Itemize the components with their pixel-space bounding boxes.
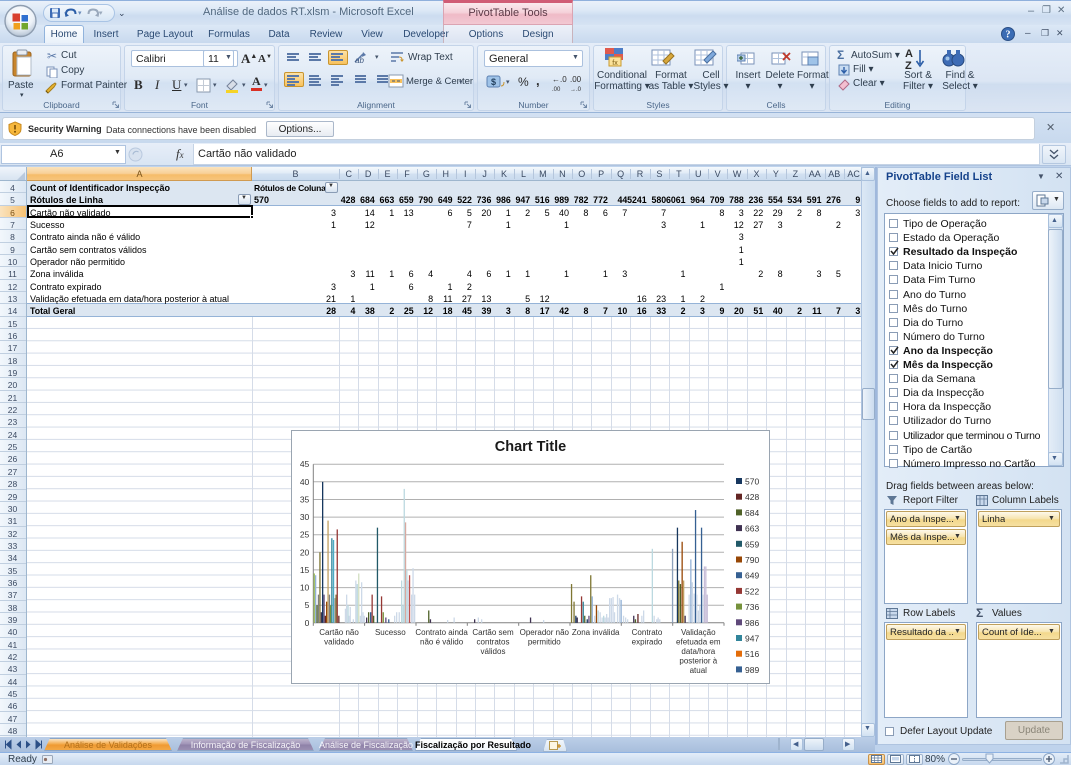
svg-text:986: 986 xyxy=(745,618,759,628)
svg-text:428: 428 xyxy=(745,492,759,502)
svg-text:Chart Title: Chart Title xyxy=(495,439,566,455)
svg-text:Contrato ainda: Contrato ainda xyxy=(415,628,468,637)
svg-text:570: 570 xyxy=(745,477,759,487)
svg-text:659: 659 xyxy=(745,539,759,549)
svg-text:Zona inválida: Zona inválida xyxy=(572,628,620,637)
svg-text:posterior à: posterior à xyxy=(679,656,717,665)
svg-text:A: A xyxy=(905,48,913,60)
svg-text:35: 35 xyxy=(300,495,310,505)
svg-text:5: 5 xyxy=(305,600,310,610)
svg-text:736: 736 xyxy=(745,602,759,612)
svg-text:permitido: permitido xyxy=(528,637,561,646)
svg-text:$: $ xyxy=(491,77,496,87)
svg-text:atual: atual xyxy=(690,666,708,675)
svg-text:15: 15 xyxy=(300,565,310,575)
svg-text:30: 30 xyxy=(300,512,310,522)
svg-text:25: 25 xyxy=(300,530,310,540)
svg-text:?: ? xyxy=(1006,30,1011,41)
svg-text:ab: ab xyxy=(355,56,364,65)
svg-text:Validação: Validação xyxy=(681,628,716,637)
svg-text:790: 790 xyxy=(745,555,759,565)
svg-text:Operador não: Operador não xyxy=(520,628,570,637)
svg-text:Sucesso: Sucesso xyxy=(375,628,406,637)
svg-text:10: 10 xyxy=(300,583,310,593)
svg-text:947: 947 xyxy=(745,634,759,644)
svg-text:contratos: contratos xyxy=(477,637,510,646)
svg-text:Z: Z xyxy=(905,60,912,70)
svg-text:válidos: válidos xyxy=(481,647,506,656)
svg-text:40: 40 xyxy=(300,477,310,487)
svg-text:45: 45 xyxy=(300,459,310,469)
svg-text:Cartão sem: Cartão sem xyxy=(472,628,514,637)
svg-text:0: 0 xyxy=(305,618,310,628)
svg-text:20: 20 xyxy=(300,547,310,557)
svg-text:expirado: expirado xyxy=(632,637,663,646)
svg-text:efetuada em: efetuada em xyxy=(676,637,721,646)
svg-text:Cartão não: Cartão não xyxy=(319,628,359,637)
svg-text:989: 989 xyxy=(745,665,759,675)
svg-text:684: 684 xyxy=(745,508,759,518)
svg-text:663: 663 xyxy=(745,524,759,534)
svg-text:522: 522 xyxy=(745,586,759,596)
svg-text:Contrato: Contrato xyxy=(632,628,663,637)
svg-text:validado: validado xyxy=(324,637,354,646)
svg-text:data/hora: data/hora xyxy=(681,647,715,656)
svg-text:não é válido: não é válido xyxy=(420,637,464,646)
svg-text:fx: fx xyxy=(612,60,618,67)
svg-text:516: 516 xyxy=(745,649,759,659)
svg-text:649: 649 xyxy=(745,571,759,581)
